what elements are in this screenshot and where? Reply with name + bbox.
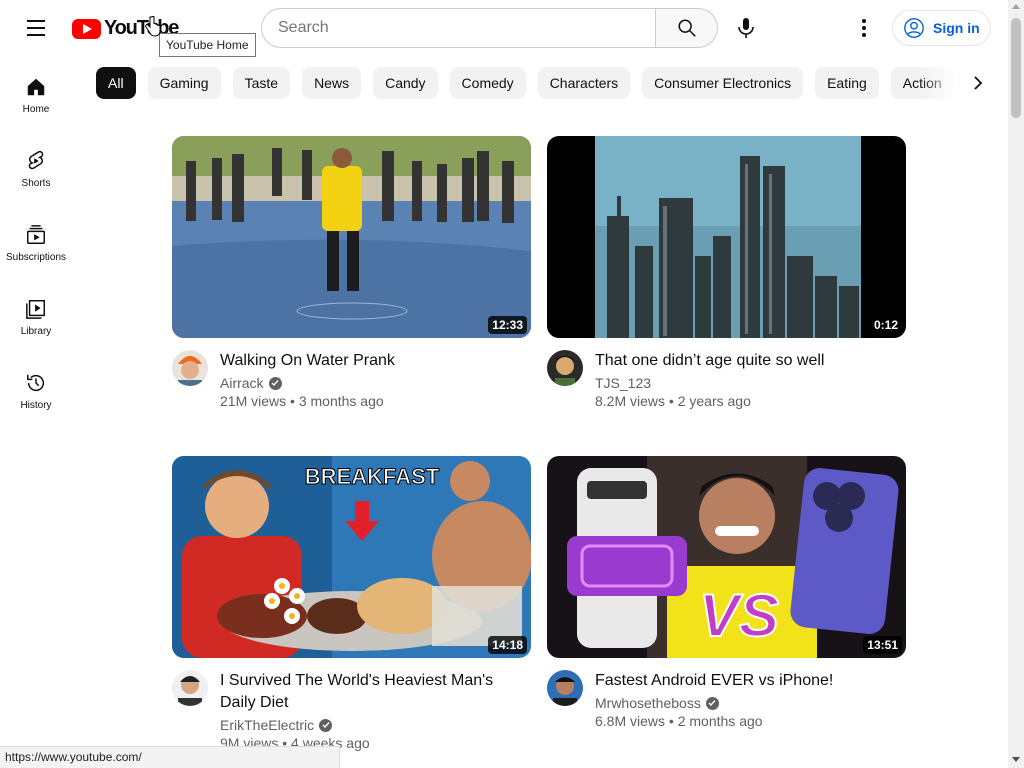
thumbnail-image: BREAKFAST <box>172 456 531 658</box>
video-title[interactable]: Fastest Android EVER vs iPhone! <box>595 670 907 692</box>
view-count: 6.8M views <box>595 713 666 729</box>
chips-next-button[interactable] <box>962 67 994 99</box>
video-duration: 12:33 <box>488 316 527 334</box>
channel-name-row: ErikTheElectric <box>220 717 532 733</box>
video-meta: Fastest Android EVER vs iPhone! Mrwhoset… <box>547 670 907 729</box>
sidebar-item-label: Home <box>22 104 50 115</box>
shorts-icon <box>28 150 44 170</box>
channel-name[interactable]: Mrwhosetheboss <box>595 695 701 711</box>
subscriptions-icon <box>27 225 45 244</box>
channel-name-row: Airrack <box>220 375 532 391</box>
channel-name-row: Mrwhosetheboss <box>595 695 907 711</box>
sidebar-item-shorts[interactable]: Shorts <box>0 130 72 204</box>
video-meta: Walking On Water Prank Airrack 21M views… <box>172 350 532 409</box>
video-duration: 13:51 <box>863 636 902 654</box>
chip-gaming[interactable]: Gaming <box>147 67 221 99</box>
history-icon <box>27 374 45 392</box>
sign-in-button[interactable]: Sign in <box>892 10 991 46</box>
filter-chips: All Gaming Taste News Candy Comedy Chara… <box>96 67 996 99</box>
video-card[interactable]: 0:12 That one didn’t age quite so well T… <box>547 136 907 409</box>
thumbnail-text: BREAKFAST <box>305 464 440 489</box>
channel-avatar[interactable] <box>547 350 583 386</box>
video-card[interactable]: BREAKFAST 14:18 I Survived The World's H… <box>172 456 532 751</box>
sidebar-item-subscriptions[interactable]: Subscriptions <box>0 204 72 278</box>
sidebar-item-history[interactable]: History <box>0 352 72 426</box>
guide-sidebar: Home Shorts Subscriptions Library Histor… <box>0 56 72 426</box>
library-icon <box>26 300 45 319</box>
chip-all[interactable]: All <box>96 67 136 99</box>
sidebar-item-library[interactable]: Library <box>0 278 72 352</box>
video-title[interactable]: Walking On Water Prank <box>220 350 532 372</box>
thumbnail-image: VS <box>547 456 906 658</box>
chip-candy[interactable]: Candy <box>373 67 438 99</box>
video-thumbnail[interactable]: BREAKFAST 14:18 <box>172 456 531 658</box>
browser-status-url: https://www.youtube.com/ <box>0 746 340 768</box>
channel-avatar[interactable] <box>547 670 583 706</box>
scrollbar-thumb[interactable] <box>1011 18 1021 118</box>
video-thumbnail[interactable]: 12:33 <box>172 136 531 338</box>
verified-badge-icon <box>268 376 282 390</box>
home-icon <box>27 78 45 96</box>
chip-characters[interactable]: Characters <box>537 67 631 99</box>
video-duration: 0:12 <box>869 316 902 334</box>
video-title[interactable]: I Survived The World's Heaviest Man's Da… <box>220 670 532 714</box>
channel-name[interactable]: Airrack <box>220 375 264 391</box>
youtube-play-icon <box>72 18 101 39</box>
thumbnail-text: VS <box>699 582 779 649</box>
video-card[interactable]: 12:33 Walking On Water Prank Airrack 21M… <box>172 136 532 409</box>
upload-age: 2 months ago <box>677 713 763 729</box>
upload-age: 2 years ago <box>677 393 751 409</box>
hand-cursor-icon <box>145 16 161 37</box>
more-vert-icon <box>862 19 866 37</box>
chip-consumer-electronics[interactable]: Consumer Electronics <box>642 67 804 99</box>
scroll-up-arrow-icon[interactable] <box>1012 4 1020 9</box>
menu-icon[interactable] <box>18 10 54 46</box>
channel-name-row: TJS_123 <box>595 375 907 391</box>
search-input[interactable] <box>261 8 655 48</box>
page-scrollbar[interactable] <box>1008 0 1024 768</box>
video-stats: 8.2M views • 2 years ago <box>595 393 751 409</box>
chip-taste[interactable]: Taste <box>232 67 291 99</box>
search-button[interactable] <box>655 8 718 48</box>
search-icon <box>677 19 696 37</box>
scroll-down-arrow-icon[interactable] <box>1012 757 1020 762</box>
video-card[interactable]: VS 13:51 Fastest Android EVER vs iPhone!… <box>547 456 907 729</box>
settings-button[interactable] <box>844 8 884 48</box>
chevron-right-icon <box>974 76 983 90</box>
account-icon <box>904 18 924 38</box>
channel-avatar[interactable] <box>172 350 208 386</box>
thumbnail-image <box>172 136 531 338</box>
channel-name[interactable]: TJS_123 <box>595 375 651 391</box>
microphone-icon <box>738 18 754 38</box>
video-thumbnail[interactable]: 0:12 <box>547 136 906 338</box>
channel-name[interactable]: ErikTheElectric <box>220 717 314 733</box>
logo-tooltip: YouTube Home <box>159 33 256 57</box>
sign-in-label: Sign in <box>933 20 980 36</box>
video-title[interactable]: That one didn’t age quite so well <box>595 350 907 372</box>
voice-search-button[interactable] <box>726 8 766 48</box>
chip-comedy[interactable]: Comedy <box>449 67 526 99</box>
thumbnail-image <box>547 136 906 338</box>
sidebar-item-label: History <box>20 400 52 411</box>
video-stats: 21M views • 3 months ago <box>220 393 384 409</box>
chip-news[interactable]: News <box>302 67 362 99</box>
sidebar-item-label: Library <box>20 326 52 337</box>
video-meta: I Survived The World's Heaviest Man's Da… <box>172 670 532 751</box>
verified-badge-icon <box>319 718 333 732</box>
upload-age: 3 months ago <box>298 393 384 409</box>
search-box <box>261 8 718 48</box>
view-count: 21M views <box>220 393 287 409</box>
video-stats: 6.8M views • 2 months ago <box>595 713 763 729</box>
video-duration: 14:18 <box>488 636 527 654</box>
sidebar-item-label: Subscriptions <box>5 252 67 263</box>
video-thumbnail[interactable]: VS 13:51 <box>547 456 906 658</box>
channel-avatar[interactable] <box>172 670 208 706</box>
chip-eating[interactable]: Eating <box>815 67 879 99</box>
video-meta: That one didn’t age quite so well TJS_12… <box>547 350 907 409</box>
verified-badge-icon <box>705 696 719 710</box>
view-count: 8.2M views <box>595 393 666 409</box>
sidebar-item-home[interactable]: Home <box>0 56 72 130</box>
sidebar-item-label: Shorts <box>21 178 51 189</box>
